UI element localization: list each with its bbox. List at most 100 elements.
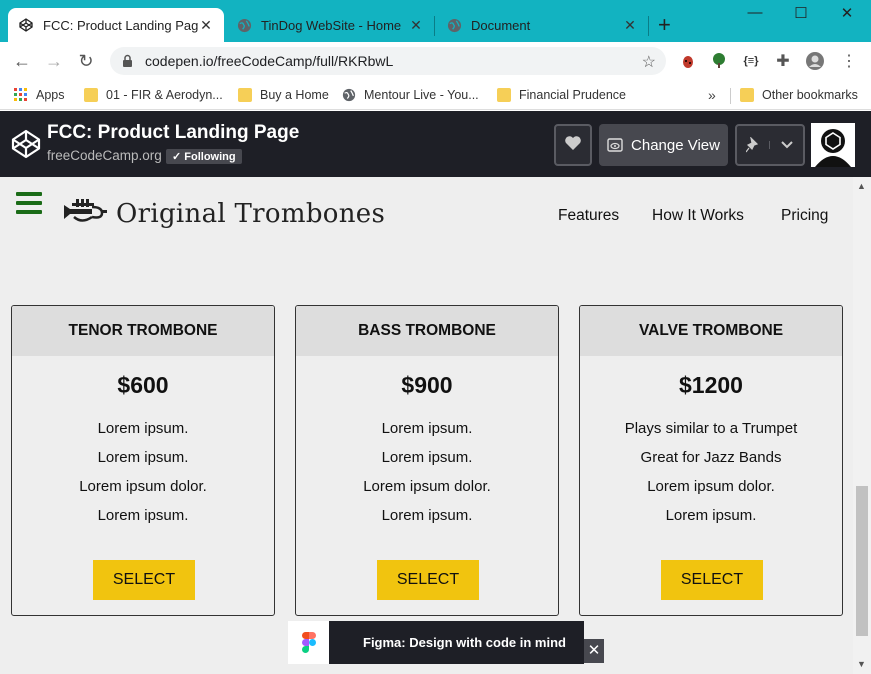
card-title: TENOR TROMBONE <box>12 306 274 356</box>
feature-list: Lorem ipsum. Lorem ipsum. Lorem ipsum do… <box>12 414 274 530</box>
heart-icon <box>564 135 582 155</box>
globe-icon <box>236 17 252 33</box>
feature-item: Lorem ipsum. <box>97 507 189 524</box>
globe-icon <box>342 88 356 102</box>
url-text: codepen.io/freeCodeCamp/full/RKRbwL <box>145 53 394 69</box>
figma-logo-icon <box>288 621 329 664</box>
nav-link-pricing[interactable]: Pricing <box>781 207 828 225</box>
back-icon[interactable]: ← <box>10 50 34 74</box>
tab-document[interactable]: Document ✕ <box>436 8 648 42</box>
card-title: BASS TROMBONE <box>296 306 558 356</box>
json-extension-icon[interactable]: {≡} <box>740 51 762 71</box>
bookmark-label: Other bookmarks <box>762 88 858 102</box>
tree-extension-icon[interactable] <box>708 51 730 71</box>
select-button[interactable]: SELECT <box>377 560 479 600</box>
bookmark-other[interactable]: Other bookmarks <box>740 85 858 105</box>
page-viewport: Original Trombones Features How It Works… <box>0 177 853 674</box>
minimize-icon[interactable]: — <box>740 4 770 21</box>
feature-list: Lorem ipsum. Lorem ipsum. Lorem ipsum do… <box>296 414 558 530</box>
feature-item: Lorem ipsum dolor. <box>363 478 491 495</box>
close-tab-icon[interactable]: ✕ <box>622 17 638 34</box>
bookmark-separator <box>730 88 731 104</box>
tab-strip: FCC: Product Landing Page ✕ TinDog WebSi… <box>0 0 871 42</box>
tab-title: TinDog WebSite - Home <box>261 17 402 33</box>
nav-link-how-it-works[interactable]: How It Works <box>652 207 744 225</box>
following-badge[interactable]: ✓ Following <box>166 149 242 164</box>
bookmark-apps[interactable]: Apps <box>14 85 65 105</box>
bookmark-label: Buy a Home <box>260 88 329 102</box>
puzzle-extension-icon[interactable]: ✚ <box>772 51 794 71</box>
tab-separator <box>434 16 435 36</box>
feature-item: Great for Jazz Bands <box>640 449 782 466</box>
pin-icon <box>737 137 769 153</box>
feature-item: Lorem ipsum. <box>97 449 189 466</box>
change-view-label: Change View <box>631 136 720 154</box>
new-tab-button[interactable]: + <box>658 14 671 36</box>
figma-ad-banner[interactable]: Figma: Design with code in mind <box>288 621 584 664</box>
tab-separator <box>648 16 649 36</box>
codepen-icon <box>18 17 34 33</box>
feature-item: Lorem ipsum. <box>381 420 473 437</box>
folder-icon <box>84 88 98 102</box>
close-window-icon[interactable]: ✕ <box>832 4 862 22</box>
feature-item: Lorem ipsum dolor. <box>647 478 775 495</box>
nav-link-features[interactable]: Features <box>558 207 619 225</box>
profile-avatar-icon[interactable] <box>804 51 826 71</box>
tab-tindog[interactable]: TinDog WebSite - Home ✕ <box>226 8 434 42</box>
bookmark-label: Mentour Live - You... <box>364 88 479 102</box>
bookmark-star-icon[interactable]: ☆ <box>642 52 656 72</box>
codepen-logo-icon[interactable] <box>10 128 42 160</box>
scroll-up-arrow-icon[interactable]: ▲ <box>857 181 866 191</box>
feature-item: Lorem ipsum. <box>97 420 189 437</box>
bookmark-fir-aerodyn[interactable]: 01 - FIR & Aerodyn... <box>84 85 223 105</box>
bookmark-label: 01 - FIR & Aerodyn... <box>106 88 223 102</box>
tab-title: FCC: Product Landing Page <box>43 17 198 33</box>
close-tab-icon[interactable]: ✕ <box>408 17 424 34</box>
scrollbar-thumb[interactable] <box>856 486 868 636</box>
more-bookmarks-chevron-icon[interactable]: » <box>708 87 716 103</box>
hamburger-menu-icon[interactable] <box>16 192 42 219</box>
bookmark-buy-home[interactable]: Buy a Home <box>238 85 329 105</box>
tab-fcc-product-landing[interactable]: FCC: Product Landing Page ✕ <box>8 8 224 42</box>
feature-item: Plays similar to a Trumpet <box>624 420 798 437</box>
pricing-card-valve: VALVE TROMBONE $1200 Plays similar to a … <box>579 305 843 616</box>
bookmark-label: Apps <box>36 88 65 102</box>
brand-name: Original Trombones <box>116 198 386 229</box>
folder-icon <box>740 88 754 102</box>
address-bar[interactable]: codepen.io/freeCodeCamp/full/RKRbwL ☆ <box>110 47 666 75</box>
feature-list: Plays similar to a Trumpet Great for Jaz… <box>580 414 842 530</box>
heart-button[interactable] <box>554 124 592 166</box>
pin-button[interactable] <box>735 124 805 166</box>
bookmark-mentour-live[interactable]: Mentour Live - You... <box>342 85 479 105</box>
eye-window-icon <box>607 138 623 152</box>
page-scrollbar[interactable]: ▲ ▼ <box>853 177 871 674</box>
pen-author-link[interactable]: freeCodeCamp.org <box>47 148 162 163</box>
reload-icon[interactable]: ↻ <box>74 50 98 74</box>
forward-icon[interactable]: → <box>42 50 66 74</box>
close-ad-button[interactable]: ✕ <box>584 639 604 663</box>
select-button[interactable]: SELECT <box>93 560 195 600</box>
chevron-down-icon <box>769 141 803 149</box>
feature-item: Lorem ipsum. <box>381 507 473 524</box>
brand-logo[interactable]: Original Trombones <box>62 197 385 230</box>
trumpet-icon <box>62 197 108 230</box>
bookmark-financial-prudence[interactable]: Financial Prudence <box>497 85 626 105</box>
feature-item: Lorem ipsum. <box>665 507 757 524</box>
pricing-card-tenor: TENOR TROMBONE $600 Lorem ipsum. Lorem i… <box>11 305 275 616</box>
codepen-header: FCC: Product Landing Page freeCodeCamp.o… <box>0 111 871 177</box>
kebab-menu-icon[interactable]: ⋮ <box>838 51 860 71</box>
tab-title: Document <box>471 17 531 33</box>
bookmarks-bar: Apps 01 - FIR & Aerodyn... Buy a Home Me… <box>0 80 871 110</box>
feature-item: Lorem ipsum. <box>381 449 473 466</box>
change-view-button[interactable]: Change View <box>599 124 728 166</box>
select-button[interactable]: SELECT <box>661 560 763 600</box>
pricing-card-bass: BASS TROMBONE $900 Lorem ipsum. Lorem ip… <box>295 305 559 616</box>
card-title: VALVE TROMBONE <box>580 306 842 356</box>
user-avatar[interactable] <box>811 123 855 172</box>
lock-icon <box>122 54 136 68</box>
bug-extension-icon[interactable] <box>677 51 699 71</box>
close-tab-icon[interactable]: ✕ <box>198 17 214 34</box>
maximize-icon[interactable]: ☐ <box>786 4 816 22</box>
scroll-down-arrow-icon[interactable]: ▼ <box>857 659 866 669</box>
folder-icon <box>238 88 252 102</box>
